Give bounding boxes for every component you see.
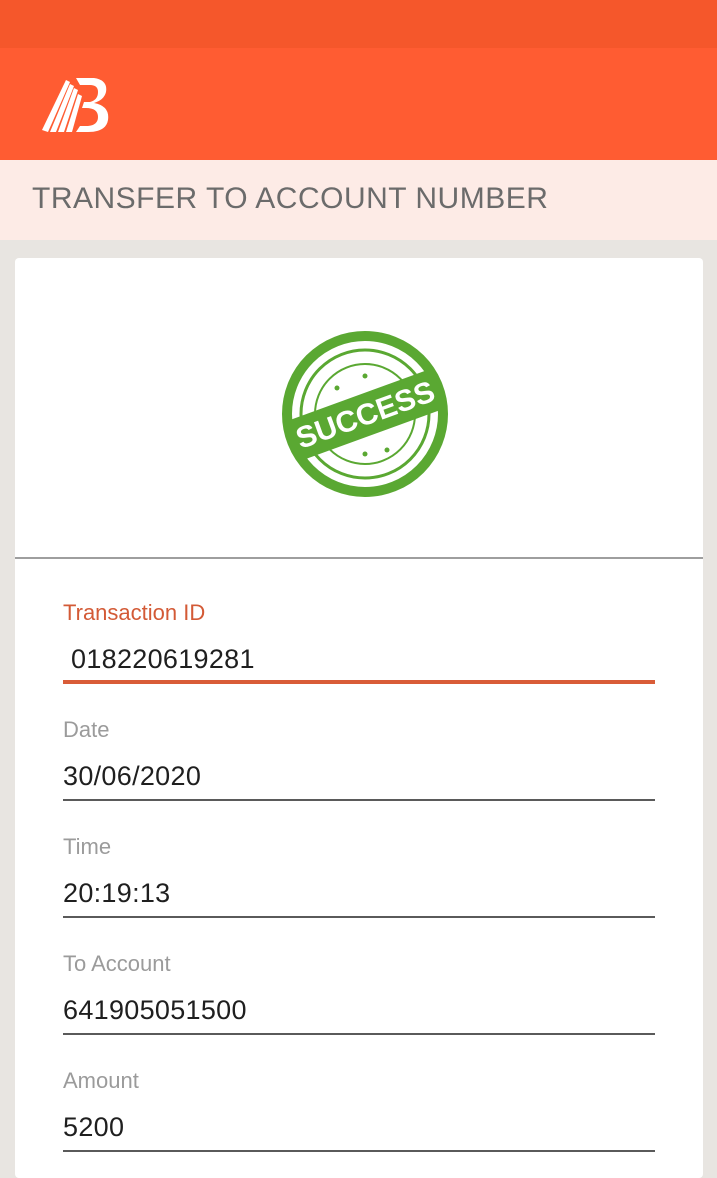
amount-value[interactable]: 5200 (63, 1112, 124, 1143)
to-account-underline (63, 1033, 655, 1035)
date-underline (63, 799, 655, 801)
amount-label: Amount (63, 1068, 139, 1093)
time-value[interactable]: 20:19:13 (63, 878, 171, 909)
success-stamp-icon: SUCCESS (281, 330, 449, 498)
time-label: Time (63, 834, 112, 859)
divider (15, 557, 703, 559)
app-header (0, 48, 717, 160)
time-underline (63, 916, 655, 918)
transaction-id-underline (63, 680, 655, 684)
date-label: Date (63, 717, 110, 742)
status-bar (0, 0, 717, 48)
transaction-id-value[interactable]: 018220619281 (71, 644, 255, 675)
to-account-value[interactable]: 641905051500 (63, 995, 247, 1026)
bank-logo-icon (36, 70, 116, 142)
page-title: TRANSFER TO ACCOUNT NUMBER (32, 182, 549, 215)
transaction-id-label: Transaction ID (63, 600, 206, 625)
date-value[interactable]: 30/06/2020 (63, 761, 201, 792)
amount-underline (63, 1150, 655, 1152)
transaction-card: SUCCESS Transaction ID 018220619281 Date… (15, 258, 703, 1178)
to-account-label: To Account (63, 951, 171, 976)
title-bar: TRANSFER TO ACCOUNT NUMBER (0, 160, 717, 240)
